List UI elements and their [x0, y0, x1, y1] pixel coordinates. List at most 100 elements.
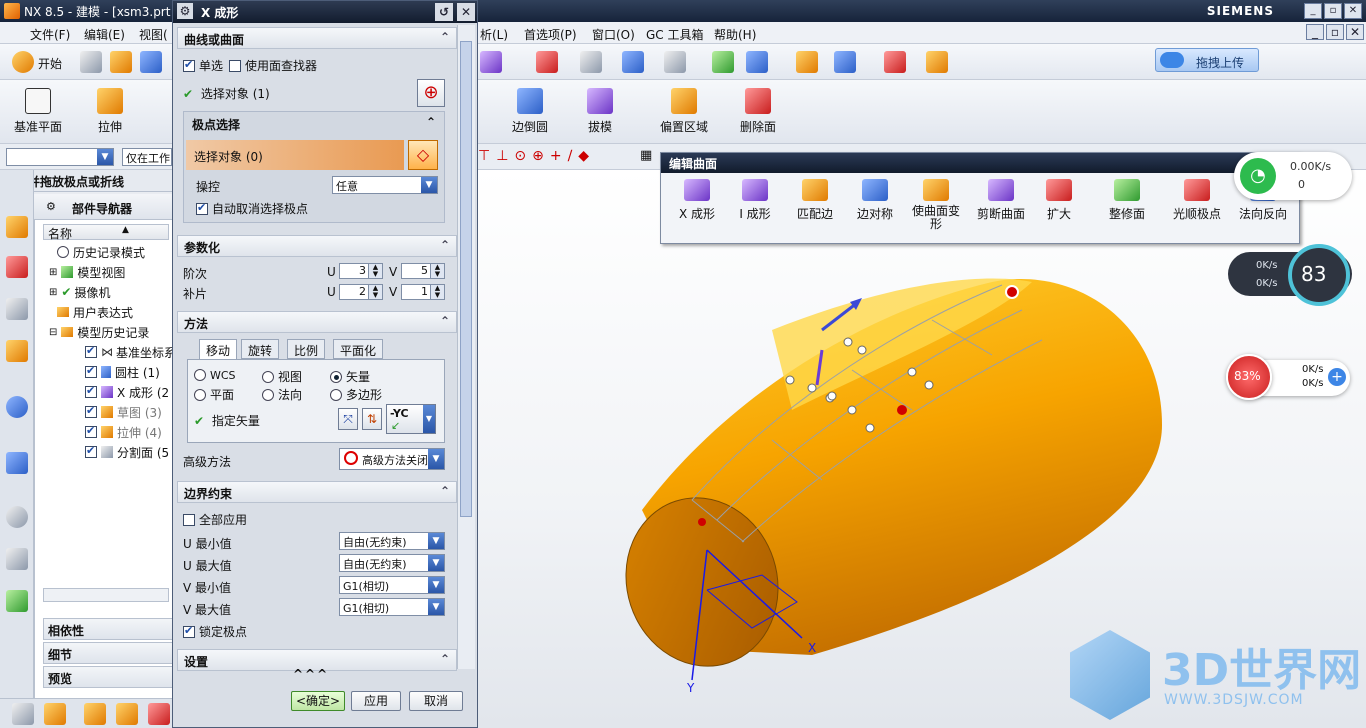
- background-icon[interactable]: [664, 51, 686, 73]
- minimize-button[interactable]: _: [1304, 3, 1322, 19]
- spin-arrows-icon[interactable]: ▲ ▼: [368, 264, 382, 278]
- reverse-direction-button[interactable]: ⇅: [362, 408, 382, 430]
- u-max-select[interactable]: 自由(无约束) ▼: [339, 554, 445, 572]
- part-navigator-icon[interactable]: [6, 298, 28, 320]
- gear-icon[interactable]: ⚙: [177, 3, 193, 19]
- menu-edit[interactable]: 编辑(E): [84, 26, 125, 43]
- menu-gc-toolbox[interactable]: GC 工具箱: [646, 26, 704, 43]
- delete-face-button[interactable]: 删除面: [730, 88, 786, 135]
- plus-icon[interactable]: +: [1328, 368, 1346, 386]
- pole-select-button[interactable]: ◇: [408, 140, 438, 170]
- patch-v-spinner[interactable]: 1 ▲ ▼: [401, 284, 445, 300]
- wcs-icon[interactable]: [712, 51, 734, 73]
- tab-move[interactable]: 移动: [199, 339, 238, 359]
- vector-type-select[interactable]: -YC ↙ ▼: [386, 404, 436, 434]
- radio-polygon[interactable]: [330, 389, 342, 401]
- network-widget[interactable]: ◔ 0.00K/s 0: [1234, 152, 1352, 200]
- tab-rotate[interactable]: 旋转: [241, 339, 280, 359]
- tab-planarize[interactable]: 平面化: [333, 339, 384, 359]
- assembly-navigator-icon[interactable]: [6, 216, 28, 238]
- tree-item-model-views[interactable]: ⊞ 模型视图: [49, 262, 125, 282]
- memory-gauge[interactable]: 83%: [1226, 354, 1272, 400]
- upload-widget[interactable]: 拖拽上传: [1155, 48, 1259, 72]
- section-parameterize[interactable]: 参数化 ⌃: [177, 235, 457, 257]
- menu-help[interactable]: 帮助(H): [714, 26, 756, 43]
- patch-u-spinner[interactable]: 2 ▲ ▼: [339, 284, 383, 300]
- visibility-checkbox[interactable]: [85, 444, 97, 458]
- option-vector[interactable]: 矢量: [330, 368, 370, 385]
- column-header[interactable]: 名称 ▲: [43, 224, 169, 241]
- auto-deselect-checkbox[interactable]: [196, 201, 208, 215]
- close-icon[interactable]: ✕: [457, 3, 475, 21]
- radio-plane[interactable]: [194, 389, 206, 401]
- single-select-option[interactable]: 单选 使用面查找器: [183, 57, 317, 74]
- save-icon[interactable]: [140, 51, 162, 73]
- clock-icon[interactable]: [6, 506, 28, 528]
- degree-u-spinner[interactable]: 3 ▲ ▼: [339, 263, 383, 279]
- add-component-icon[interactable]: [44, 703, 66, 725]
- radio-vector[interactable]: [330, 371, 342, 383]
- v-min-select[interactable]: G1(相切) ▼: [339, 576, 445, 594]
- tree-item-history-mode[interactable]: 历史记录模式: [57, 242, 145, 262]
- tree-item-user-expressions[interactable]: 用户表达式: [57, 302, 133, 322]
- spin-arrows-icon[interactable]: ▲ ▼: [430, 285, 444, 299]
- trim-surface-button[interactable]: 剪断曲面: [969, 179, 1033, 222]
- advanced-method-select[interactable]: 高级方法关闭 ▼: [339, 448, 445, 470]
- new-file-icon[interactable]: [80, 51, 102, 73]
- visibility-checkbox[interactable]: [85, 384, 97, 398]
- section-boundary[interactable]: 边界约束 ⌃: [177, 481, 457, 503]
- offset-region-button[interactable]: 偏置区域: [654, 88, 714, 135]
- lock-poles-checkbox[interactable]: [183, 624, 195, 638]
- scope-filter-select[interactable]: 仅在工作: [122, 148, 172, 166]
- cancel-button[interactable]: 取消: [409, 691, 463, 711]
- enlarge-button[interactable]: 扩大: [1027, 179, 1091, 222]
- tab-scale[interactable]: 比例: [287, 339, 326, 359]
- x-shape-button[interactable]: X 成形: [665, 179, 729, 222]
- visibility-checkbox[interactable]: [85, 424, 97, 438]
- close-window-button[interactable]: ✕: [1344, 3, 1362, 19]
- tree-item-extrude[interactable]: 拉伸 (4): [85, 422, 162, 442]
- doc-minimize-button[interactable]: _: [1306, 24, 1324, 40]
- edit-surface-titlebar[interactable]: 编辑曲面: [661, 153, 1299, 173]
- dialog-scrollbar[interactable]: [457, 25, 475, 669]
- section-pole-selection[interactable]: 极点选择 ⌃: [186, 114, 442, 134]
- expand-icon[interactable]: ⊞: [49, 267, 57, 278]
- specify-vector-row[interactable]: ✔ 指定矢量: [194, 412, 260, 429]
- datum-plane-button[interactable]: 基准平面: [8, 88, 68, 135]
- u-min-select[interactable]: 自由(无约束) ▼: [339, 532, 445, 550]
- process-studio-icon[interactable]: [6, 548, 28, 570]
- start-icon[interactable]: [12, 51, 34, 73]
- refit-face-button[interactable]: 整修面: [1095, 179, 1159, 222]
- new-component-icon[interactable]: [84, 703, 106, 725]
- snap-icon[interactable]: [480, 51, 502, 73]
- menu-analysis[interactable]: 析(L): [480, 26, 508, 43]
- edge-blend-button[interactable]: 边倒圆: [502, 88, 558, 135]
- open-folder-icon[interactable]: [110, 51, 132, 73]
- auto-deselect-option[interactable]: 自动取消选择极点: [196, 200, 308, 217]
- settings-icon[interactable]: ⚙: [46, 200, 56, 213]
- visibility-checkbox[interactable]: [85, 364, 97, 378]
- lock-poles-option[interactable]: 锁定极点: [183, 623, 247, 640]
- vector-dialog-button[interactable]: ⤧: [338, 408, 358, 430]
- tree-item-split-face[interactable]: 分割面 (5: [85, 442, 169, 462]
- tree-item-x-shape[interactable]: X 成形 (2: [85, 382, 169, 402]
- constraint-navigator-icon[interactable]: [6, 256, 28, 278]
- section-preview[interactable]: 预览: [43, 666, 173, 688]
- tree-item-model-history[interactable]: ⊟ 模型历史记录: [49, 322, 149, 342]
- collapse-icon[interactable]: ⊟: [49, 327, 57, 338]
- grid-icon[interactable]: ▦: [640, 148, 652, 163]
- i-shape-button[interactable]: I 成形: [723, 179, 787, 222]
- spin-arrows-icon[interactable]: ▲ ▼: [430, 264, 444, 278]
- section-icon[interactable]: [746, 51, 768, 73]
- extrude-button[interactable]: 拉伸: [82, 88, 138, 135]
- option-wcs[interactable]: WCS: [194, 368, 236, 382]
- surface-analysis-icon[interactable]: [834, 51, 856, 73]
- apply-all-checkbox[interactable]: [183, 513, 195, 526]
- horizontal-scrollbar[interactable]: [43, 588, 169, 602]
- smooth-poles-button[interactable]: 光顺极点: [1165, 179, 1229, 222]
- menu-window[interactable]: 窗口(O): [592, 26, 635, 43]
- reuse-library-icon[interactable]: [6, 340, 28, 362]
- scroll-thumb[interactable]: [460, 41, 472, 517]
- visibility-checkbox[interactable]: [85, 344, 97, 358]
- history-icon[interactable]: [6, 452, 28, 474]
